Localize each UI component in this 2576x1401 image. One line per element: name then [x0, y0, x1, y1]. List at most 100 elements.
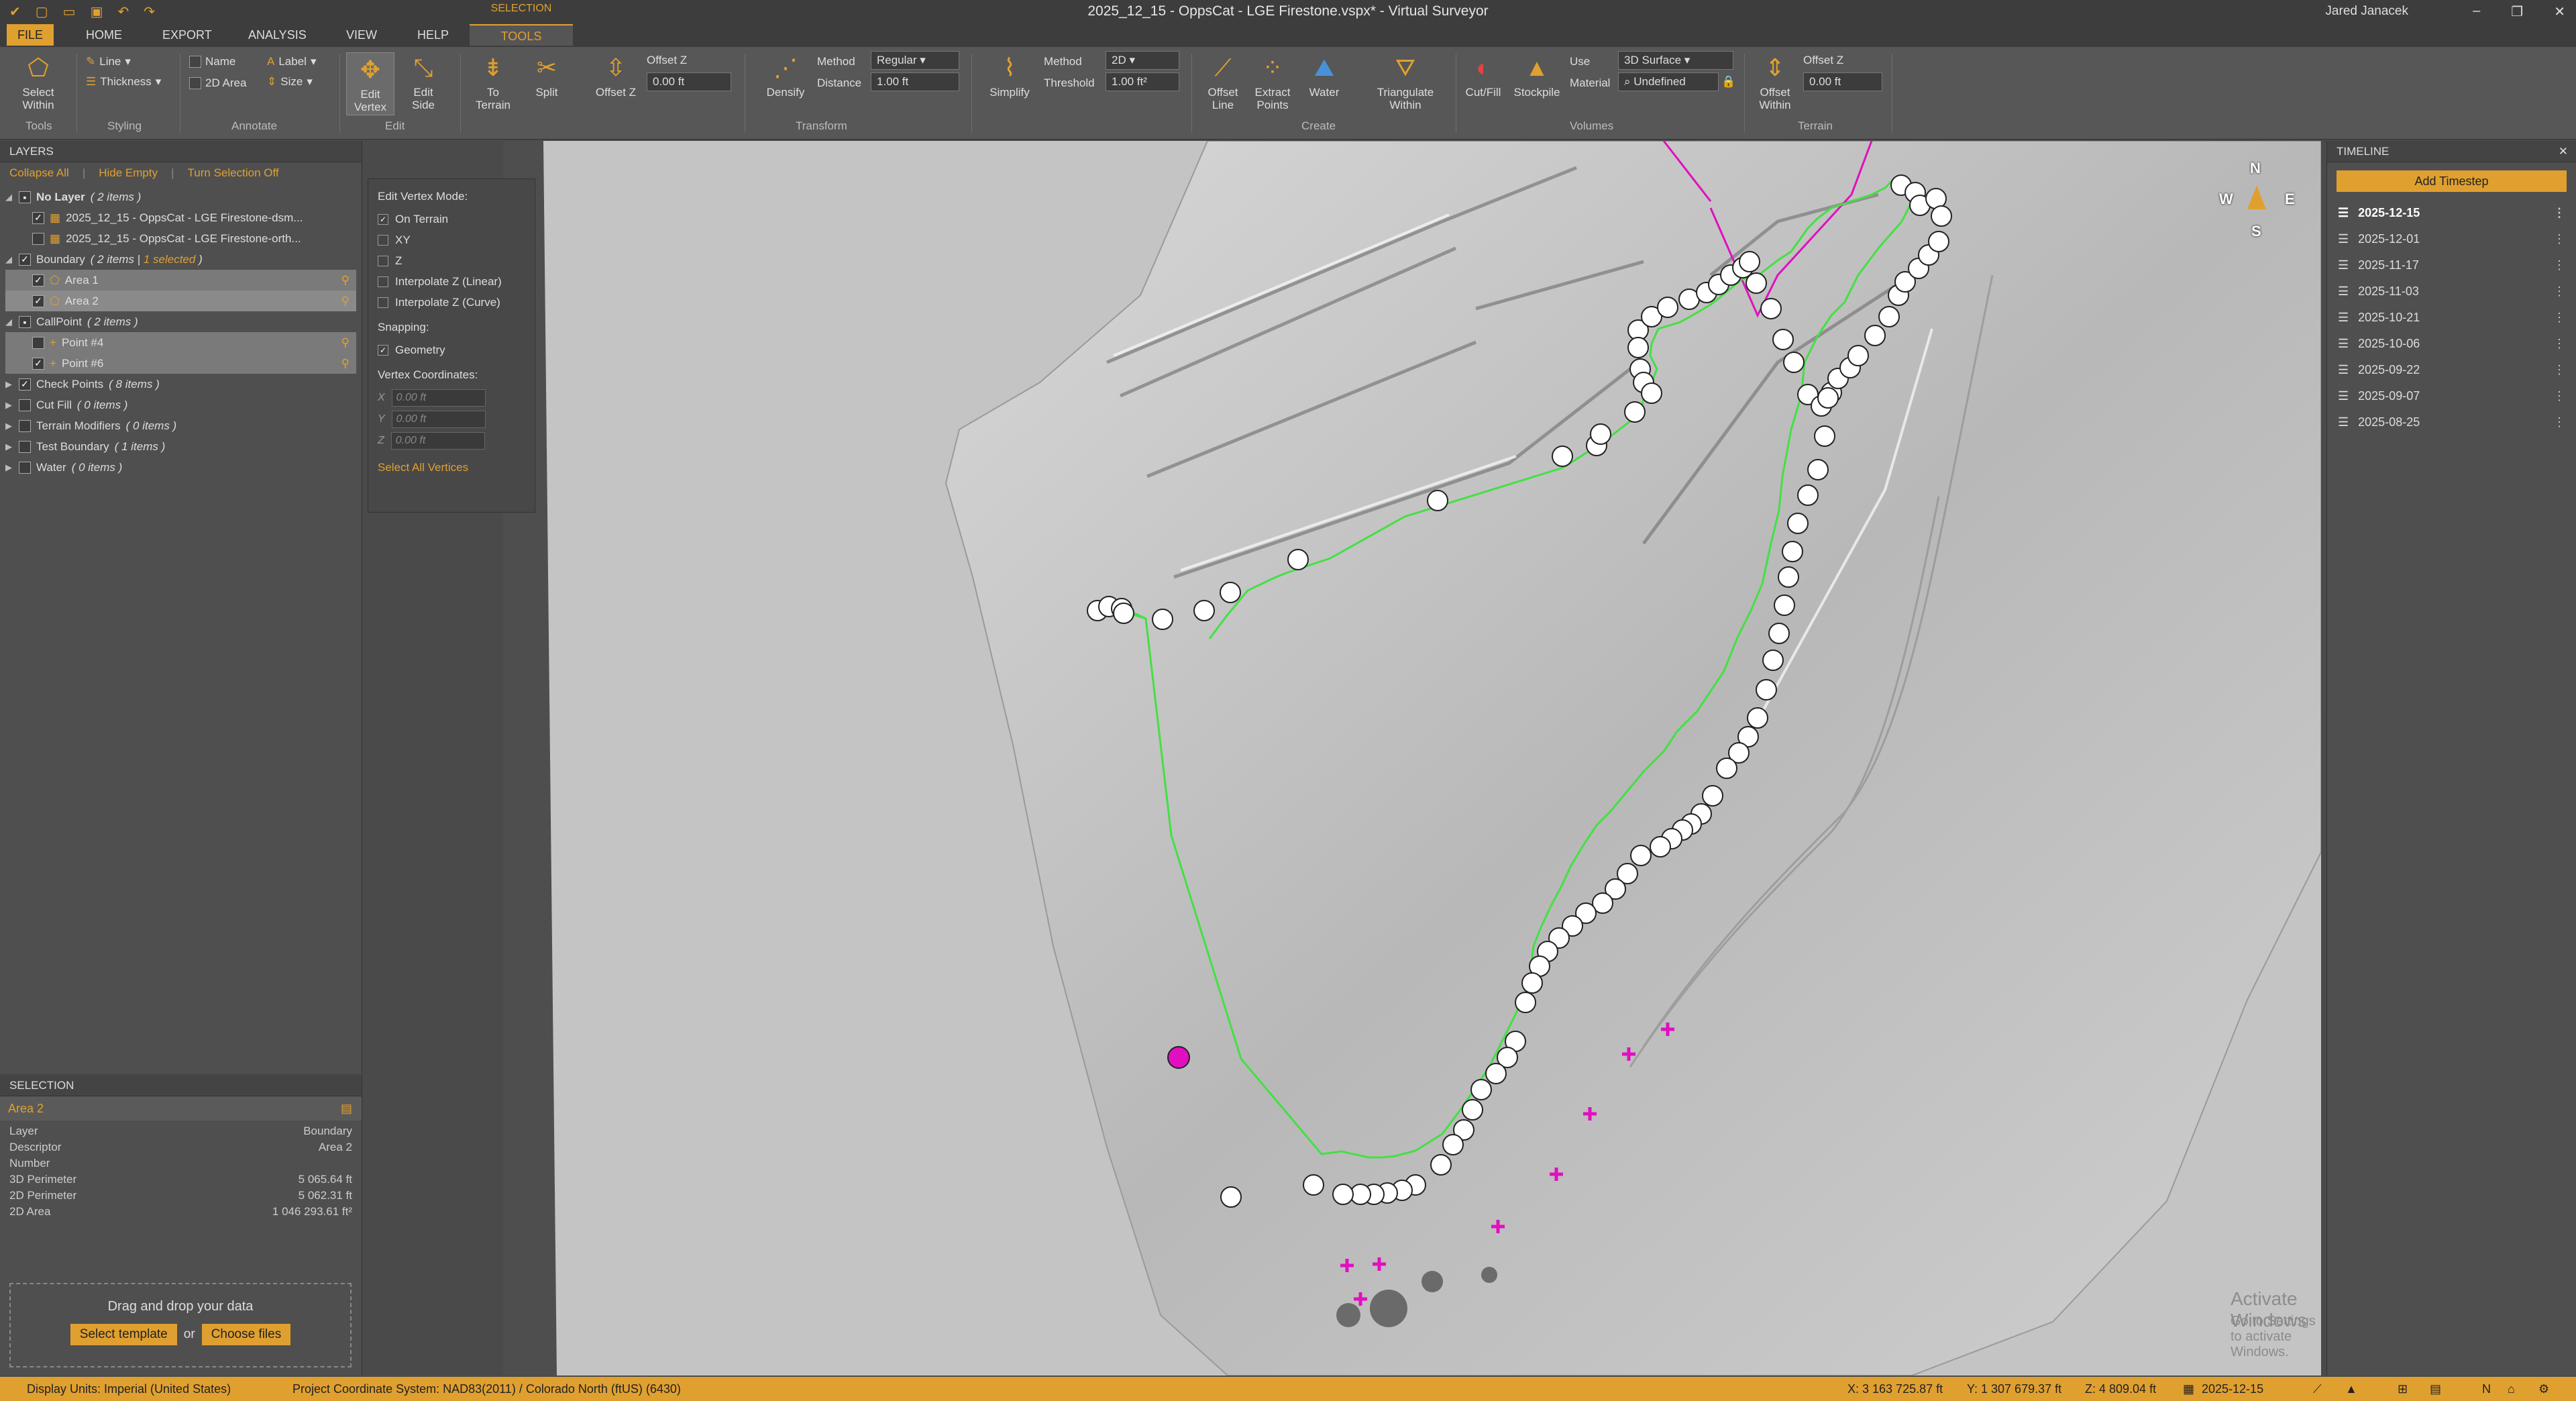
label-dropdown[interactable]: A Label ▾ [267, 55, 317, 68]
layer-item-point-4[interactable]: + Point #4 ⚲ [5, 332, 356, 353]
pin-icon[interactable]: ⚲ [341, 295, 350, 308]
area-2d-checkbox[interactable]: 2D Area [189, 76, 246, 90]
user-name[interactable]: Jared Janacek [2325, 4, 2408, 19]
layer-group-cut-fill[interactable]: ▶ Cut Fill ( 0 items ) [5, 395, 356, 415]
map-viewport[interactable]: N S W E Activate Windows Go to Settings … [503, 141, 2321, 1376]
water-button[interactable]: ⛰ Water [1303, 52, 1346, 99]
north-icon[interactable]: N [2482, 1382, 2491, 1396]
layer-checkbox[interactable] [19, 399, 31, 411]
compass[interactable]: N S W E [2219, 160, 2300, 242]
select-all-vertices-link[interactable]: Select All Vertices [378, 461, 525, 474]
simplify-button[interactable]: ⌇ Simplify [986, 52, 1033, 99]
offset-z-button[interactable]: ⇳ Offset Z [592, 52, 640, 99]
more-icon[interactable]: ⋮ [2553, 206, 2565, 220]
mode-z[interactable]: Z [378, 250, 525, 271]
tab-analysis[interactable]: ANALYSIS [237, 24, 317, 46]
close-icon[interactable]: ✕ [2554, 3, 2565, 20]
expand-arrow-icon[interactable]: ▶ [5, 400, 13, 411]
layer-checkbox[interactable] [32, 336, 44, 349]
mode-on-terrain[interactable]: ✓ On Terrain [378, 209, 525, 229]
edit-side-button[interactable]: ⤡ Edit Side [401, 52, 445, 111]
layer-checkbox[interactable]: ▪ [19, 191, 31, 203]
mode-interpolate-linear[interactable]: Interpolate Z (Linear) [378, 271, 525, 292]
close-panel-icon[interactable]: ✕ [2559, 141, 2568, 162]
expand-arrow-icon[interactable]: ▶ [5, 442, 13, 452]
more-icon[interactable]: ⋮ [2553, 311, 2565, 325]
layer-checkbox[interactable]: ✓ [19, 253, 31, 266]
layer-group-terrain-modifiers[interactable]: ▶ Terrain Modifiers ( 0 items ) [5, 415, 356, 436]
collapse-all-link[interactable]: Collapse All [9, 162, 69, 184]
minimize-icon[interactable]: – [2473, 3, 2480, 20]
timeline-item[interactable]: ☰ 2025-11-03 ⋮ [2327, 278, 2576, 305]
stockpile-button[interactable]: ▲ Stockpile [1509, 52, 1564, 99]
home-icon[interactable]: ⌂ [2508, 1382, 2515, 1396]
method2-select[interactable]: 2D ▾ [1106, 51, 1179, 70]
lock-icon[interactable]: ▲ [2345, 1382, 2357, 1396]
layer-group-check-points[interactable]: ▶ ✓ Check Points ( 8 items ) [5, 374, 356, 395]
mode-xy[interactable]: XY [378, 229, 525, 250]
layer-item-point-6[interactable]: ✓ + Point #6 ⚲ [5, 353, 356, 374]
open-folder-icon[interactable]: ▭ [63, 3, 76, 20]
tab-export[interactable]: EXPORT [152, 24, 223, 46]
save-icon[interactable]: ▣ [91, 3, 103, 20]
method-select[interactable]: Regular ▾ [871, 51, 959, 70]
tab-home[interactable]: HOME [75, 24, 133, 46]
grid-icon[interactable]: ▤ [2430, 1382, 2441, 1396]
layer-group-boundary[interactable]: ◢ ✓ Boundary ( 2 items | 1 selected ) [5, 249, 356, 270]
vertex-z-field[interactable]: 0.00 ft [390, 432, 485, 450]
terrain-view[interactable] [503, 141, 2321, 1376]
more-icon[interactable]: ⋮ [2553, 284, 2565, 299]
mode-interpolate-curve[interactable]: Interpolate Z (Curve) [378, 292, 525, 313]
split-button[interactable]: ✂ Split [525, 52, 569, 99]
hide-empty-link[interactable]: Hide Empty [99, 162, 158, 184]
timeline-item[interactable]: ☰ 2025-10-06 ⋮ [2327, 331, 2576, 357]
more-icon[interactable]: ⋮ [2553, 232, 2565, 246]
project-crs[interactable]: Project Coordinate System: NAD83(2011) /… [292, 1382, 681, 1396]
layer-group-callpoint[interactable]: ◢ ▪ CallPoint ( 2 items ) [5, 311, 356, 332]
timeline-item[interactable]: ☰ 2025-09-22 ⋮ [2327, 357, 2576, 383]
line-dropdown[interactable]: ✎ Line ▾ [86, 55, 131, 68]
expand-arrow-icon[interactable]: ▶ [5, 462, 13, 473]
display-units[interactable]: Display Units: Imperial (United States) [27, 1382, 231, 1396]
lock-icon[interactable]: 🔒 [1721, 75, 1735, 89]
new-file-icon[interactable]: ▢ [36, 3, 48, 20]
layer-group-test-boundary[interactable]: ▶ Test Boundary ( 1 items ) [5, 436, 356, 457]
distance-field[interactable]: 1.00 ft [871, 72, 959, 91]
snap-geometry-checkbox[interactable]: ✓ Geometry [378, 340, 525, 360]
expand-arrow-icon[interactable]: ▶ [5, 421, 13, 431]
more-icon[interactable]: ⋮ [2553, 337, 2565, 351]
tab-file[interactable]: FILE [7, 24, 54, 46]
select-template-button[interactable]: Select template [70, 1324, 177, 1345]
name-checkbox[interactable]: Name [189, 55, 235, 68]
layer-group-water[interactable]: ▶ Water ( 0 items ) [5, 457, 356, 478]
drop-zone[interactable]: Drag and drop your data Select template … [9, 1283, 352, 1367]
more-icon[interactable]: ⋮ [2553, 258, 2565, 272]
collapse-arrow-icon[interactable]: ◢ [5, 192, 13, 203]
layer-checkbox[interactable]: ▪ [19, 315, 31, 328]
measure-icon[interactable]: ⟋ [2313, 1382, 2322, 1396]
collapse-arrow-icon[interactable]: ◢ [5, 254, 13, 265]
layer-checkbox[interactable]: ✓ [32, 274, 44, 287]
current-date[interactable]: 2025-12-15 [2202, 1382, 2263, 1396]
thickness-dropdown[interactable]: ☰ Thickness ▾ [86, 75, 161, 89]
undo-icon[interactable]: ↶ [117, 3, 129, 20]
layer-item[interactable]: ✓ ▦ 2025_12_15 - OppsCat - LGE Firestone… [5, 207, 356, 228]
layer-checkbox[interactable] [19, 419, 31, 432]
layer-checkbox[interactable] [32, 232, 44, 245]
pin-icon[interactable]: ⚲ [341, 336, 350, 350]
tab-help[interactable]: HELP [407, 24, 460, 46]
pin-icon[interactable]: ⚲ [341, 274, 350, 287]
network-icon[interactable]: ⊞ [2398, 1382, 2408, 1396]
redo-icon[interactable]: ↷ [144, 3, 155, 20]
timeline-item[interactable]: ☰ 2025-09-07 ⋮ [2327, 383, 2576, 409]
choose-files-button[interactable]: Choose files [201, 1324, 291, 1345]
layer-item[interactable]: ▦ 2025_12_15 - OppsCat - LGE Firestone-o… [5, 228, 356, 249]
layer-checkbox[interactable] [19, 461, 31, 474]
more-icon[interactable]: ⋮ [2553, 363, 2565, 377]
layer-checkbox[interactable]: ✓ [32, 295, 44, 307]
tab-view[interactable]: VIEW [335, 24, 388, 46]
offset-z2-field[interactable]: 0.00 ft [1803, 72, 1882, 91]
calendar-icon[interactable]: ▦ [2183, 1382, 2194, 1396]
timeline-item[interactable]: ☰ 2025-10-21 ⋮ [2327, 305, 2576, 331]
select-within-button[interactable]: ⬠ Select Within [15, 52, 62, 111]
